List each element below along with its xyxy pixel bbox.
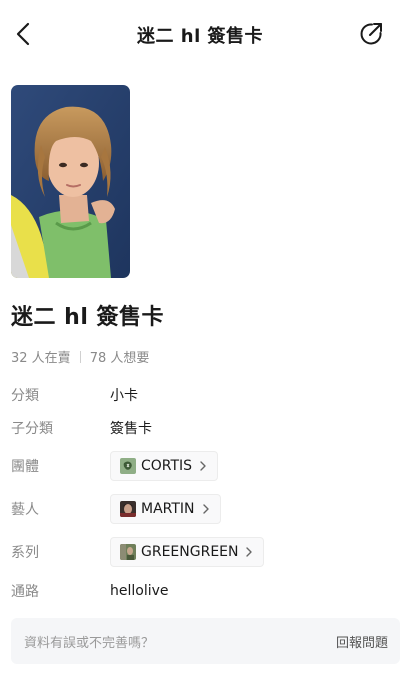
artist-tag-label: MARTIN (141, 501, 195, 517)
series-tag-label: GREENGREEN (141, 544, 239, 560)
stats-divider (79, 350, 81, 363)
chevron-right-icon (200, 461, 206, 471)
wanting-count[interactable]: 78 人想要 (90, 347, 150, 366)
item-stats: 32 人在賣 78 人想要 (11, 347, 149, 366)
page-title: 迷二 hl 簽售卡 (136, 26, 264, 47)
detail-row-group: 團體 CORTIS (11, 451, 391, 481)
group-tag[interactable]: CORTIS (110, 451, 219, 481)
group-label: 團體 (11, 459, 39, 475)
feedback-question: 資料有誤或不完善嗎？ (24, 635, 155, 651)
chevron-left-icon[interactable] (10, 20, 38, 48)
detail-row-category: 分類 小卡 (11, 380, 391, 410)
report-issue-button[interactable]: 回報問題 (336, 632, 388, 651)
channel-label: 通路 (11, 584, 39, 600)
category-value: 小卡 (110, 388, 138, 404)
series-label: 系列 (11, 545, 39, 561)
detail-row-artist: 藝人 MARTIN (11, 494, 391, 524)
series-tag[interactable]: GREENGREEN (110, 537, 265, 567)
series-thumbnail (120, 544, 136, 560)
chevron-right-icon (202, 504, 209, 514)
photocard-image[interactable] (11, 85, 130, 278)
channel-value: hellolive (110, 583, 169, 599)
category-label: 分類 (11, 388, 39, 404)
detail-row-subcategory: 子分類 簽售卡 (11, 413, 391, 443)
group-logo-icon (120, 458, 136, 474)
group-tag-label: CORTIS (141, 458, 193, 474)
selling-count[interactable]: 32 人在賣 (11, 347, 71, 366)
subcategory-label: 子分類 (11, 421, 53, 437)
top-bar: 迷二 hl 簽售卡 (0, 0, 400, 70)
chevron-right-icon (246, 547, 253, 557)
subcategory-value: 簽售卡 (110, 421, 152, 437)
item-title: 迷二 hl 簽售卡 (11, 305, 165, 330)
detail-row-series: 系列 GREENGREEN (11, 537, 391, 567)
artist-label: 藝人 (11, 502, 39, 518)
artist-tag[interactable]: MARTIN (110, 494, 221, 524)
feedback-bar: 資料有誤或不完善嗎？ 回報問題 (11, 618, 400, 664)
share-icon[interactable] (358, 21, 384, 47)
detail-row-channel: 通路 hellolive (11, 576, 391, 606)
artist-avatar (120, 501, 136, 517)
